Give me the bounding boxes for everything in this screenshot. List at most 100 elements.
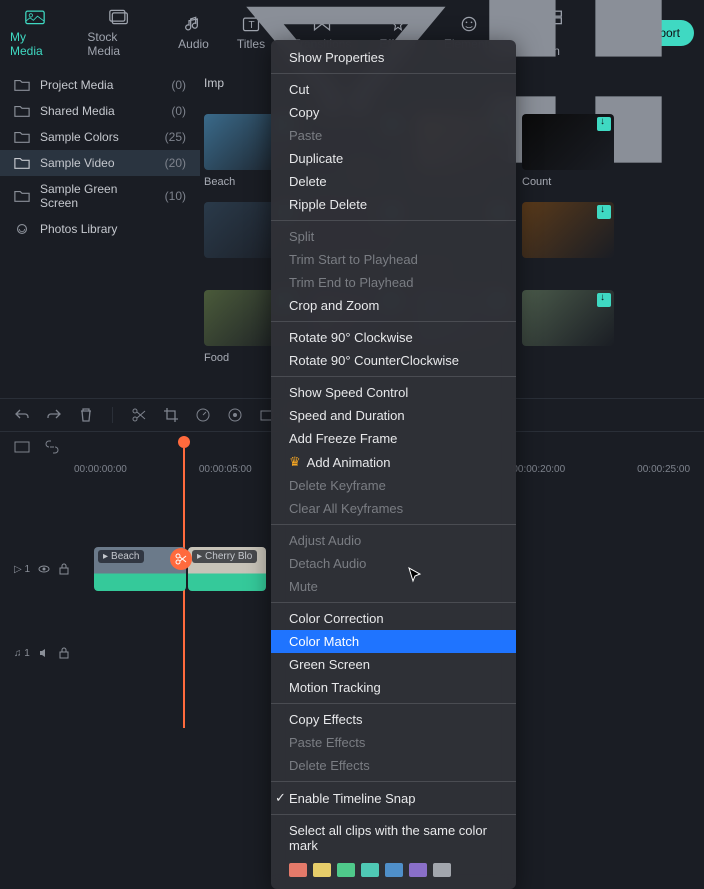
track-label: ▷ 1 <box>14 564 30 575</box>
sidebar-item-sample-video[interactable]: Sample Video (20) <box>0 150 200 176</box>
folder-icon <box>14 78 30 92</box>
menu-item-delete[interactable]: Delete <box>271 170 516 193</box>
menu-item-show-speed-control[interactable]: Show Speed Control <box>271 381 516 404</box>
color-swatch[interactable] <box>337 863 355 877</box>
ruler-tick: 00:00:25:00 <box>637 464 690 475</box>
marker-icon[interactable] <box>14 440 30 454</box>
menu-item-delete-effects: Delete Effects <box>271 754 516 777</box>
menu-item-rotate-90-clockwise[interactable]: Rotate 90° Clockwise <box>271 326 516 349</box>
audio-icon <box>184 15 204 33</box>
menu-item-trim-start-to-playhead: Trim Start to Playhead <box>271 248 516 271</box>
photos-icon <box>14 222 30 236</box>
menu-separator <box>271 376 516 377</box>
menu-item-copy-effects[interactable]: Copy Effects <box>271 708 516 731</box>
menu-item-duplicate[interactable]: Duplicate <box>271 147 516 170</box>
color-mark-swatches <box>271 857 516 883</box>
speed-icon[interactable] <box>195 407 211 423</box>
menu-item-adjust-audio: Adjust Audio <box>271 529 516 552</box>
menu-item-crop-and-zoom[interactable]: Crop and Zoom <box>271 294 516 317</box>
menu-item-speed-and-duration[interactable]: Speed and Duration <box>271 404 516 427</box>
cursor-icon <box>408 567 424 586</box>
folder-icon <box>14 189 30 203</box>
sidebar-item-green-screen[interactable]: Sample Green Screen (10) <box>0 176 200 216</box>
menu-item-show-properties[interactable]: Show Properties <box>271 46 516 69</box>
menu-item-paste: Paste <box>271 124 516 147</box>
sidebar-item-project-media[interactable]: Project Media (0) <box>0 72 200 98</box>
menu-separator <box>271 781 516 782</box>
play-icon: ▸ <box>103 551 108 562</box>
import-button[interactable]: Imp <box>204 76 224 90</box>
stock-icon <box>109 8 129 26</box>
menu-separator <box>271 602 516 603</box>
split-tool-icon[interactable] <box>131 407 147 423</box>
folder-icon <box>14 156 30 170</box>
menu-item-ripple-delete[interactable]: Ripple Delete <box>271 193 516 216</box>
menu-separator <box>271 703 516 704</box>
sidebar-item-photos-library[interactable]: Photos Library <box>0 216 200 242</box>
redo-icon[interactable] <box>46 407 62 423</box>
media-thumbnail[interactable] <box>522 202 614 276</box>
media-icon <box>25 8 45 26</box>
tab-stock-media[interactable]: Stock Media <box>87 8 150 58</box>
folder-icon <box>14 104 30 118</box>
menu-item-color-correction[interactable]: Color Correction <box>271 607 516 630</box>
crown-icon: ♛ <box>289 454 301 470</box>
menu-separator <box>271 814 516 815</box>
download-badge <box>597 293 611 307</box>
menu-item-color-match[interactable]: Color Match <box>271 630 516 653</box>
color-swatch[interactable] <box>289 863 307 877</box>
color-swatch[interactable] <box>409 863 427 877</box>
ruler-tick: 00:00:20:00 <box>512 464 565 475</box>
menu-item-cut[interactable]: Cut <box>271 78 516 101</box>
menu-item-clear-all-keyframes: Clear All Keyframes <box>271 497 516 520</box>
menu-item-add-freeze-frame[interactable]: Add Freeze Frame <box>271 427 516 450</box>
thumbnail-caption: Count <box>522 176 614 188</box>
delete-icon[interactable] <box>78 407 94 423</box>
color-icon[interactable] <box>227 407 243 423</box>
menu-item-enable-timeline-snap[interactable]: ✓Enable Timeline Snap <box>271 786 516 810</box>
clip-cherry-blossom[interactable]: ▸Cherry Blo <box>188 547 266 591</box>
download-badge <box>597 117 611 131</box>
ruler-tick: 00:00:00:00 <box>74 464 127 475</box>
tab-my-media[interactable]: My Media <box>10 8 59 58</box>
menu-item-detach-audio: Detach Audio <box>271 552 516 575</box>
menu-item-copy[interactable]: Copy <box>271 101 516 124</box>
sidebar-item-shared-media[interactable]: Shared Media (0) <box>0 98 200 124</box>
menu-item-split: Split <box>271 225 516 248</box>
download-badge <box>597 205 611 219</box>
color-swatch[interactable] <box>313 863 331 877</box>
lock-icon[interactable] <box>58 563 70 575</box>
undo-icon[interactable] <box>14 407 30 423</box>
menu-item-paste-effects: Paste Effects <box>271 731 516 754</box>
sidebar-item-sample-colors[interactable]: Sample Colors (25) <box>0 124 200 150</box>
menu-separator <box>271 321 516 322</box>
menu-item-mute: Mute <box>271 575 516 598</box>
lock-icon[interactable] <box>58 647 70 659</box>
menu-separator <box>271 73 516 74</box>
menu-item-select-all-clips-with-the-same-color-mark[interactable]: Select all clips with the same color mar… <box>271 819 516 857</box>
folder-icon <box>14 130 30 144</box>
menu-item-motion-tracking[interactable]: Motion Tracking <box>271 676 516 699</box>
speaker-icon[interactable] <box>38 647 50 659</box>
color-swatch[interactable] <box>385 863 403 877</box>
crop-icon[interactable] <box>163 407 179 423</box>
context-menu: Show PropertiesCutCopyPasteDuplicateDele… <box>271 40 516 889</box>
menu-item-rotate-90-counterclockwise[interactable]: Rotate 90° CounterClockwise <box>271 349 516 372</box>
link-icon[interactable] <box>44 440 60 454</box>
color-swatch[interactable] <box>361 863 379 877</box>
color-swatch[interactable] <box>433 863 451 877</box>
menu-item-green-screen[interactable]: Green Screen <box>271 653 516 676</box>
menu-item-trim-end-to-playhead: Trim End to Playhead <box>271 271 516 294</box>
ruler-tick: 00:00:05:00 <box>199 464 252 475</box>
media-thumbnail[interactable]: Count <box>522 114 614 188</box>
tab-audio[interactable]: Audio <box>178 15 209 51</box>
eye-icon[interactable] <box>38 563 50 575</box>
cut-indicator <box>170 548 192 570</box>
menu-item-add-animation[interactable]: ♛Add Animation <box>271 450 516 474</box>
play-icon: ▸ <box>197 551 202 562</box>
menu-item-delete-keyframe: Delete Keyframe <box>271 474 516 497</box>
media-thumbnail[interactable] <box>522 290 614 364</box>
track-label: ♫ 1 <box>14 648 30 659</box>
menu-separator <box>271 220 516 221</box>
media-sidebar: Project Media (0) Shared Media (0) Sampl… <box>0 58 200 398</box>
